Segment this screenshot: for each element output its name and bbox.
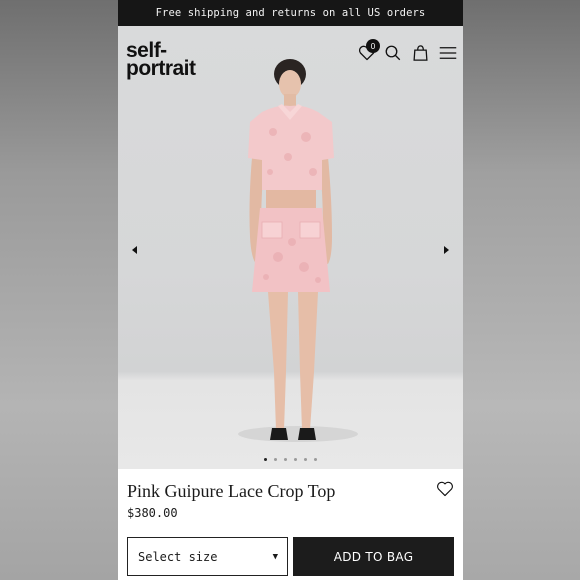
pagination-dot[interactable] <box>284 458 287 461</box>
pagination-dot[interactable] <box>274 458 277 461</box>
prev-image-button[interactable] <box>129 244 141 256</box>
menu-icon <box>439 47 457 59</box>
product-gallery[interactable]: self- portrait 0 <box>118 26 463 469</box>
pagination-dot[interactable] <box>314 458 317 461</box>
bag-button[interactable] <box>409 42 431 64</box>
add-to-wishlist-button[interactable] <box>436 481 456 501</box>
brand-logo[interactable]: self- portrait <box>126 40 196 80</box>
add-to-bag-label: ADD TO BAG <box>333 549 414 564</box>
arrow-left-icon <box>132 246 137 254</box>
add-to-bag-button[interactable]: ADD TO BAG <box>293 537 454 576</box>
pagination-dot[interactable] <box>264 458 267 461</box>
heart-outline-icon <box>437 481 453 497</box>
gallery-pagination <box>118 458 463 461</box>
wishlist-count: 0 <box>370 41 376 51</box>
phone-screen: Free shipping and returns on all US orde… <box>118 0 463 580</box>
arrow-right-icon <box>444 246 449 254</box>
menu-button[interactable] <box>437 42 459 64</box>
wishlist-count-badge: 0 <box>366 39 380 53</box>
search-button[interactable] <box>382 42 404 64</box>
promo-text: Free shipping and returns on all US orde… <box>155 7 426 19</box>
product-image <box>238 59 358 442</box>
next-image-button[interactable] <box>440 244 452 256</box>
logo-line-2: portrait <box>126 57 196 80</box>
pagination-dot[interactable] <box>304 458 307 461</box>
pagination-dot[interactable] <box>294 458 297 461</box>
product-price: $380.00 <box>127 506 178 520</box>
promo-bar[interactable]: Free shipping and returns on all US orde… <box>118 0 463 26</box>
background-blur-right <box>463 0 580 580</box>
size-select[interactable]: Select size ▼ <box>127 537 288 576</box>
product-title: Pink Guipure Lace Crop Top <box>127 481 336 501</box>
product-info: Pink Guipure Lace Crop Top $380.00 Selec… <box>118 469 463 580</box>
background-blur-left <box>0 0 118 580</box>
site-header: self- portrait 0 <box>118 26 463 90</box>
search-icon <box>385 45 401 61</box>
caret-down-icon: ▼ <box>272 551 278 562</box>
size-select-label: Select size <box>138 549 218 564</box>
bag-icon <box>412 45 428 61</box>
